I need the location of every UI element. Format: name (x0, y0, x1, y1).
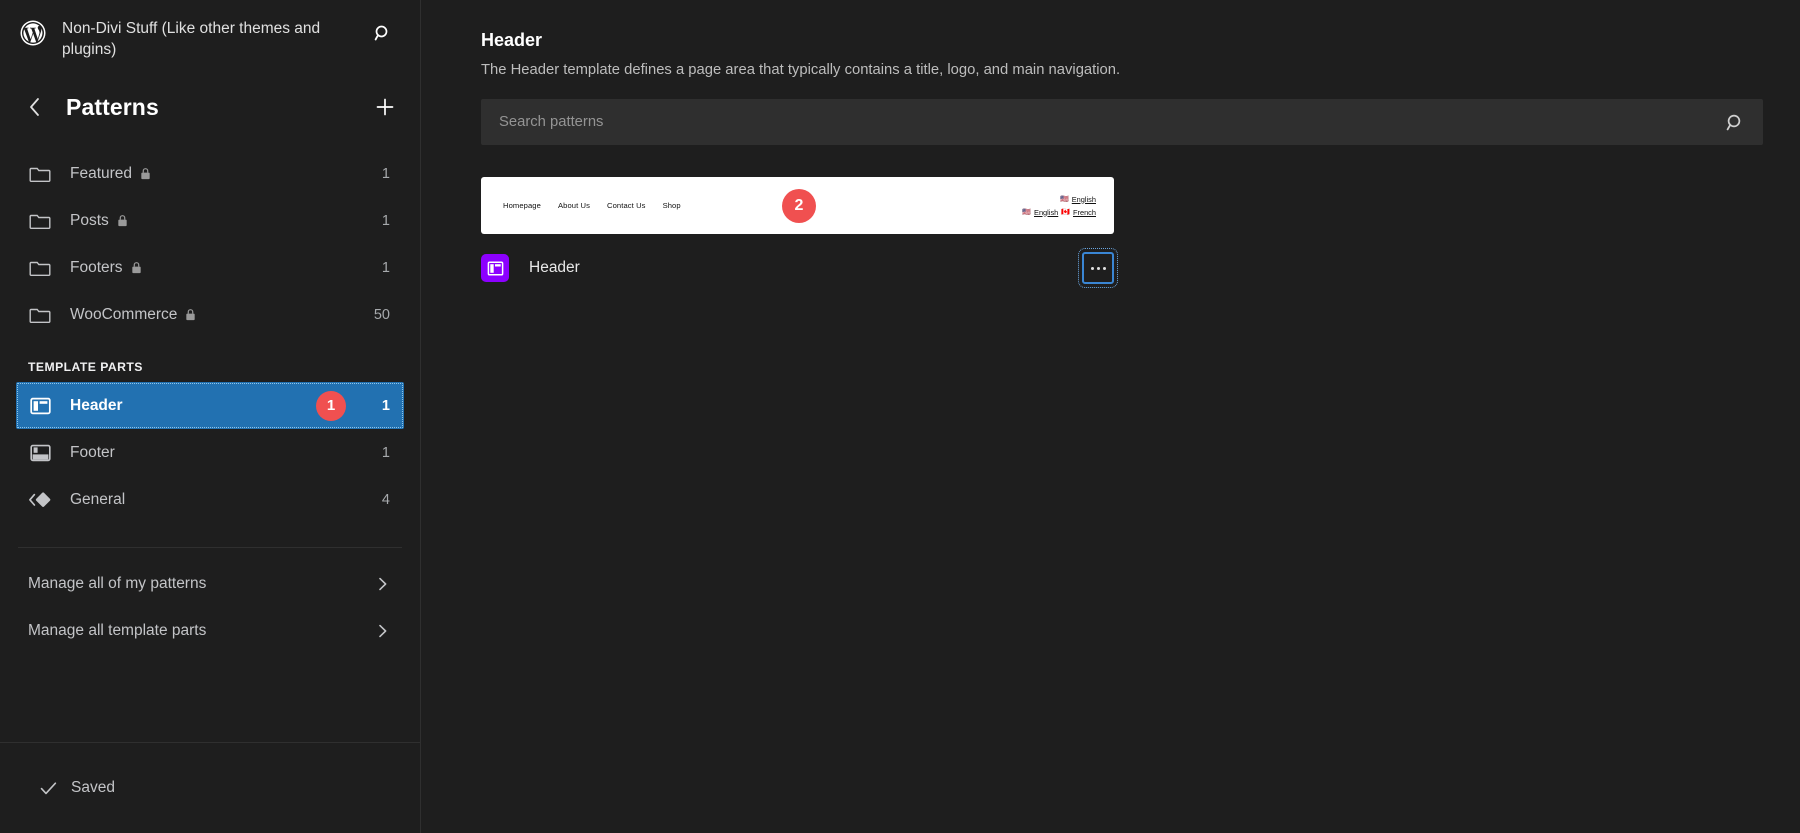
chevron-right-icon (379, 624, 387, 637)
app-root: Non-Divi Stuff (Like other themes and pl… (0, 0, 1800, 833)
add-pattern-button[interactable] (370, 92, 400, 122)
manage-link-label: Manage all of my patterns (28, 574, 207, 592)
sidebar-item-featured[interactable]: Featured 1 (16, 150, 404, 197)
sidebar-item-label: WooCommerce (52, 306, 374, 324)
pattern-diamond-icon (28, 488, 52, 512)
chevron-left-icon (30, 98, 39, 116)
folder-icon (28, 162, 52, 186)
category-count: 1 (381, 212, 390, 229)
sidebar-item-label: Footers (52, 259, 382, 277)
search-submit-button[interactable] (1707, 99, 1763, 145)
sidebar-item-label: General (70, 490, 126, 508)
manage-link-label: Manage all template parts (28, 621, 207, 639)
language-row: 🇺🇸 English (1060, 195, 1096, 204)
language-link: French (1072, 207, 1096, 217)
sidebar-item-label: Footer (70, 443, 115, 461)
patterns-panel-header: Patterns (0, 70, 420, 132)
sidebar-footer: Saved (0, 742, 420, 833)
save-status[interactable]: Saved (40, 779, 115, 797)
pattern-categories-list: Featured 1 Posts 1 Footers 1 WooCommerce… (0, 132, 420, 338)
folder-icon (28, 303, 52, 327)
flag-us-icon: 🇺🇸 (1060, 195, 1069, 203)
preview-language-switcher: 🇺🇸 English 🇺🇸 English 🇨🇦 French (1022, 195, 1096, 217)
preview-nav-link: Shop (662, 201, 681, 210)
wordpress-logo-icon (20, 20, 46, 46)
page-title: Patterns (66, 93, 159, 120)
template-parts-heading: TEMPLATE PARTS (28, 360, 143, 374)
lock-icon (186, 309, 196, 321)
category-name: Posts (70, 211, 109, 229)
pattern-item-name: Header (529, 259, 580, 276)
site-title: Non-Divi Stuff (Like other themes and pl… (62, 20, 321, 58)
sidebar-header: Non-Divi Stuff (Like other themes and pl… (0, 0, 420, 70)
flag-ca-icon: 🇨🇦 (1061, 208, 1070, 216)
save-status-label: Saved (71, 779, 115, 796)
category-name: Footers (70, 258, 123, 276)
flag-us-icon: 🇺🇸 (1022, 208, 1032, 216)
category-name: Featured (70, 164, 133, 182)
template-parts-list: Header 1 1 Footer 1 General 4 (0, 382, 420, 523)
language-row: 🇺🇸 English 🇨🇦 French (1022, 208, 1096, 217)
category-count: 1 (381, 165, 390, 182)
preview-nav-link: Contact Us (607, 201, 646, 210)
search-icon (1726, 114, 1740, 130)
sidebar-item-posts[interactable]: Posts 1 (16, 197, 404, 244)
pattern-preview-card[interactable]: Homepage About Us Contact Us Shop 2 🇺🇸 E… (481, 177, 1114, 234)
annotation-badge-2: 2 (782, 189, 816, 223)
sidebar-item-general[interactable]: General 4 (16, 476, 404, 523)
content-description: The Header template defines a page area … (481, 62, 1121, 78)
sidebar-item-label: Featured (52, 165, 382, 183)
lock-icon (118, 215, 127, 227)
language-link: English (1071, 194, 1096, 204)
content-title: Header (481, 30, 543, 50)
manage-all-template-parts-link[interactable]: Manage all template parts (16, 607, 404, 654)
manage-all-patterns-link[interactable]: Manage all of my patterns (16, 560, 404, 607)
language-link: English (1034, 207, 1059, 217)
template-part-count: 1 (381, 397, 390, 414)
lock-icon (131, 262, 141, 274)
search-patterns-bar (481, 99, 1763, 145)
main-content: Header The Header template defines a pag… (421, 0, 1800, 833)
manage-links-list: Manage all of my patterns Manage all tem… (0, 548, 420, 654)
preview-nav-link: Homepage (503, 201, 541, 210)
category-count: 50 (373, 306, 390, 323)
search-input[interactable] (481, 99, 1707, 145)
sidebar: Non-Divi Stuff (Like other themes and pl… (0, 0, 421, 833)
folder-icon (28, 256, 52, 280)
category-count: 1 (381, 259, 390, 276)
template-part-count: 4 (381, 491, 390, 508)
chevron-right-icon (379, 577, 387, 590)
sidebar-item-header[interactable]: Header 1 1 (16, 382, 404, 429)
search-icon (374, 25, 388, 41)
header-layout-icon (28, 394, 52, 418)
template-part-count: 1 (381, 444, 390, 461)
pattern-item-more-button[interactable] (1078, 248, 1118, 288)
lock-icon (141, 168, 150, 180)
category-name: WooCommerce (70, 305, 178, 323)
pattern-results: Homepage About Us Contact Us Shop 2 🇺🇸 E… (458, 145, 1763, 288)
folder-icon (28, 209, 52, 233)
sidebar-item-woocommerce[interactable]: WooCommerce 50 (16, 291, 404, 338)
template-part-icon (481, 254, 509, 282)
preview-nav-links: Homepage About Us Contact Us Shop (503, 201, 681, 210)
preview-nav-link: About Us (557, 201, 590, 210)
annotation-badge-1: 1 (316, 390, 346, 421)
back-button[interactable] (22, 94, 48, 120)
ellipsis-icon (1090, 266, 1106, 270)
pattern-item-row: Header (481, 234, 1118, 288)
sidebar-item-footers[interactable]: Footers 1 (16, 244, 404, 291)
sidebar-item-footer[interactable]: Footer 1 (16, 429, 404, 476)
check-icon (40, 781, 57, 794)
sidebar-search-button[interactable] (366, 16, 400, 50)
footer-layout-icon (28, 441, 52, 465)
plus-icon (376, 98, 394, 116)
sidebar-item-label: Posts (52, 212, 382, 230)
